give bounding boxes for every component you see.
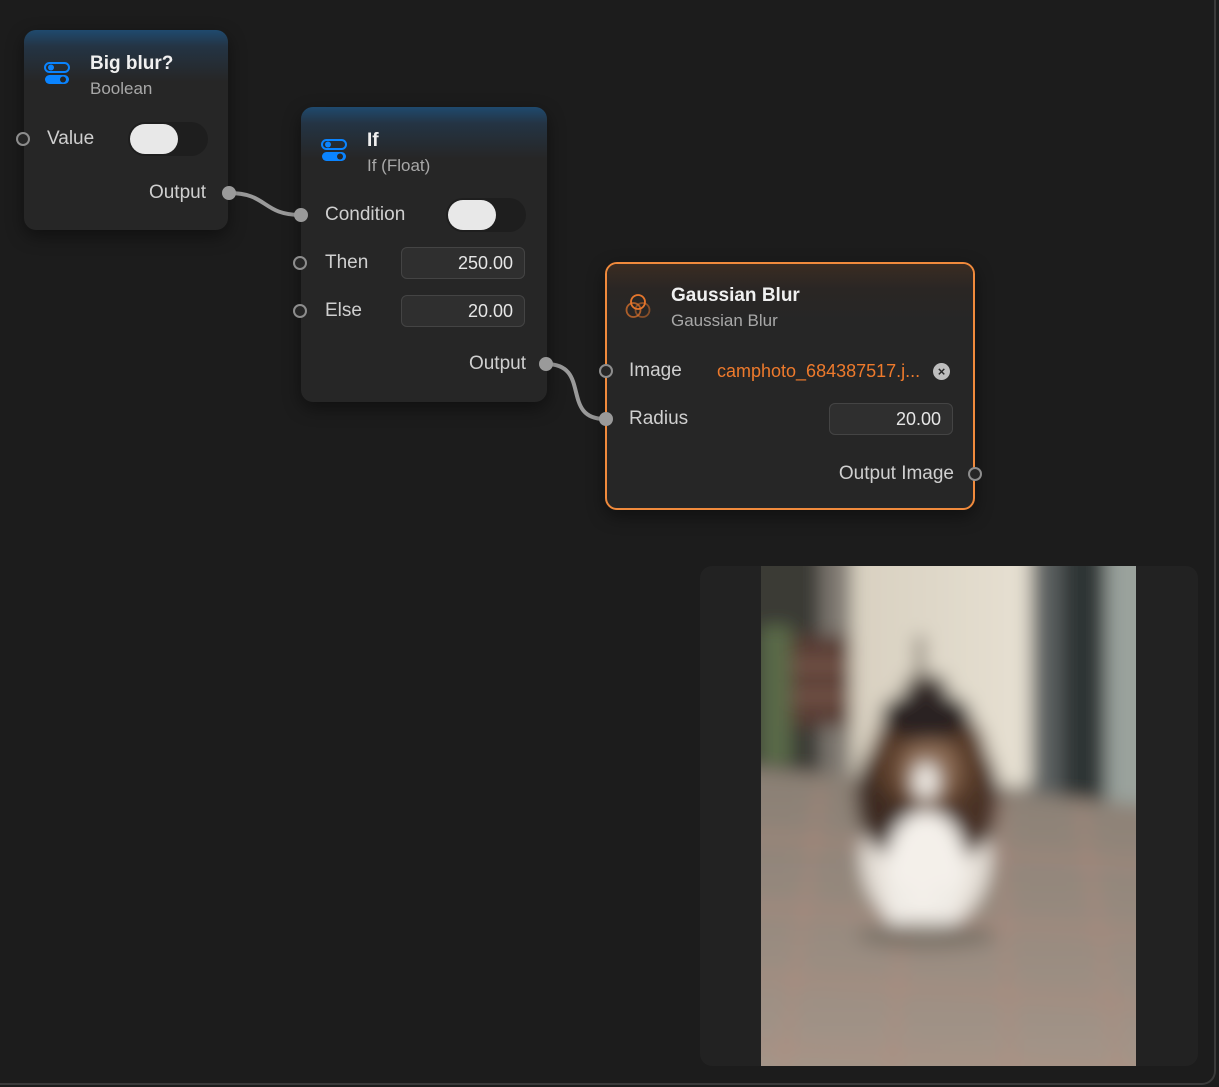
condition-input-port[interactable] bbox=[294, 208, 308, 222]
output-label: Output bbox=[148, 182, 206, 203]
node-title: Big blur? bbox=[90, 53, 174, 74]
then-label: Then bbox=[325, 252, 369, 273]
boolean-node[interactable]: Big blur? Boolean Value Output bbox=[16, 30, 236, 230]
toggle-switches-icon bbox=[44, 62, 70, 84]
image-input-port[interactable] bbox=[599, 364, 613, 378]
then-value-field[interactable]: 250.00 bbox=[401, 247, 525, 279]
output-port[interactable] bbox=[222, 186, 236, 200]
output-image-label: Output Image bbox=[838, 463, 954, 484]
value-label: Value bbox=[47, 128, 95, 149]
radius-input-port[interactable] bbox=[599, 412, 613, 426]
radius-label: Radius bbox=[629, 408, 689, 429]
else-label: Else bbox=[325, 300, 362, 321]
node-subtitle: If (Float) bbox=[367, 156, 431, 175]
output-preview-panel bbox=[700, 566, 1198, 1066]
toggle-knob bbox=[130, 124, 178, 154]
value-toggle[interactable] bbox=[128, 122, 208, 156]
image-file-link[interactable]: camphoto_684387517.j... bbox=[717, 361, 920, 382]
else-value-field[interactable]: 20.00 bbox=[401, 295, 525, 327]
toggle-knob bbox=[448, 200, 496, 230]
else-input-port[interactable] bbox=[293, 304, 307, 318]
radius-value-field[interactable]: 20.00 bbox=[829, 403, 953, 435]
condition-toggle[interactable] bbox=[446, 198, 526, 232]
image-label: Image bbox=[629, 360, 682, 381]
node-subtitle: Boolean bbox=[90, 79, 153, 98]
output-label: Output bbox=[468, 353, 526, 374]
node-title: Gaussian Blur bbox=[671, 285, 800, 306]
if-float-node[interactable]: If If (Float) Condition Then 250.00 Else… bbox=[293, 107, 553, 402]
clear-image-button[interactable]: × bbox=[933, 363, 950, 380]
gaussian-blur-node[interactable]: Gaussian Blur Gaussian Blur Image campho… bbox=[599, 262, 982, 510]
blurred-dog-photo bbox=[761, 566, 1136, 1066]
gaussian-node-header[interactable]: Gaussian Blur Gaussian Blur bbox=[607, 264, 973, 336]
output-port[interactable] bbox=[539, 357, 553, 371]
if-node-header[interactable]: If If (Float) bbox=[301, 107, 547, 181]
output-image-port[interactable] bbox=[968, 467, 982, 481]
node-subtitle: Gaussian Blur bbox=[671, 311, 778, 330]
value-input-port[interactable] bbox=[16, 132, 30, 146]
boolean-node-header[interactable]: Big blur? Boolean bbox=[24, 30, 228, 104]
node-graph-canvas[interactable]: Big blur? Boolean Value Output If If (Fl… bbox=[0, 0, 1219, 1087]
wire-boolean-to-condition bbox=[227, 191, 303, 217]
wire-if-to-radius bbox=[544, 362, 607, 421]
node-title: If bbox=[367, 130, 379, 151]
photo-illustration bbox=[761, 566, 1136, 1066]
blur-circles-icon bbox=[625, 294, 651, 318]
condition-label: Condition bbox=[325, 204, 406, 225]
then-input-port[interactable] bbox=[293, 256, 307, 270]
toggle-switches-icon bbox=[321, 139, 347, 161]
